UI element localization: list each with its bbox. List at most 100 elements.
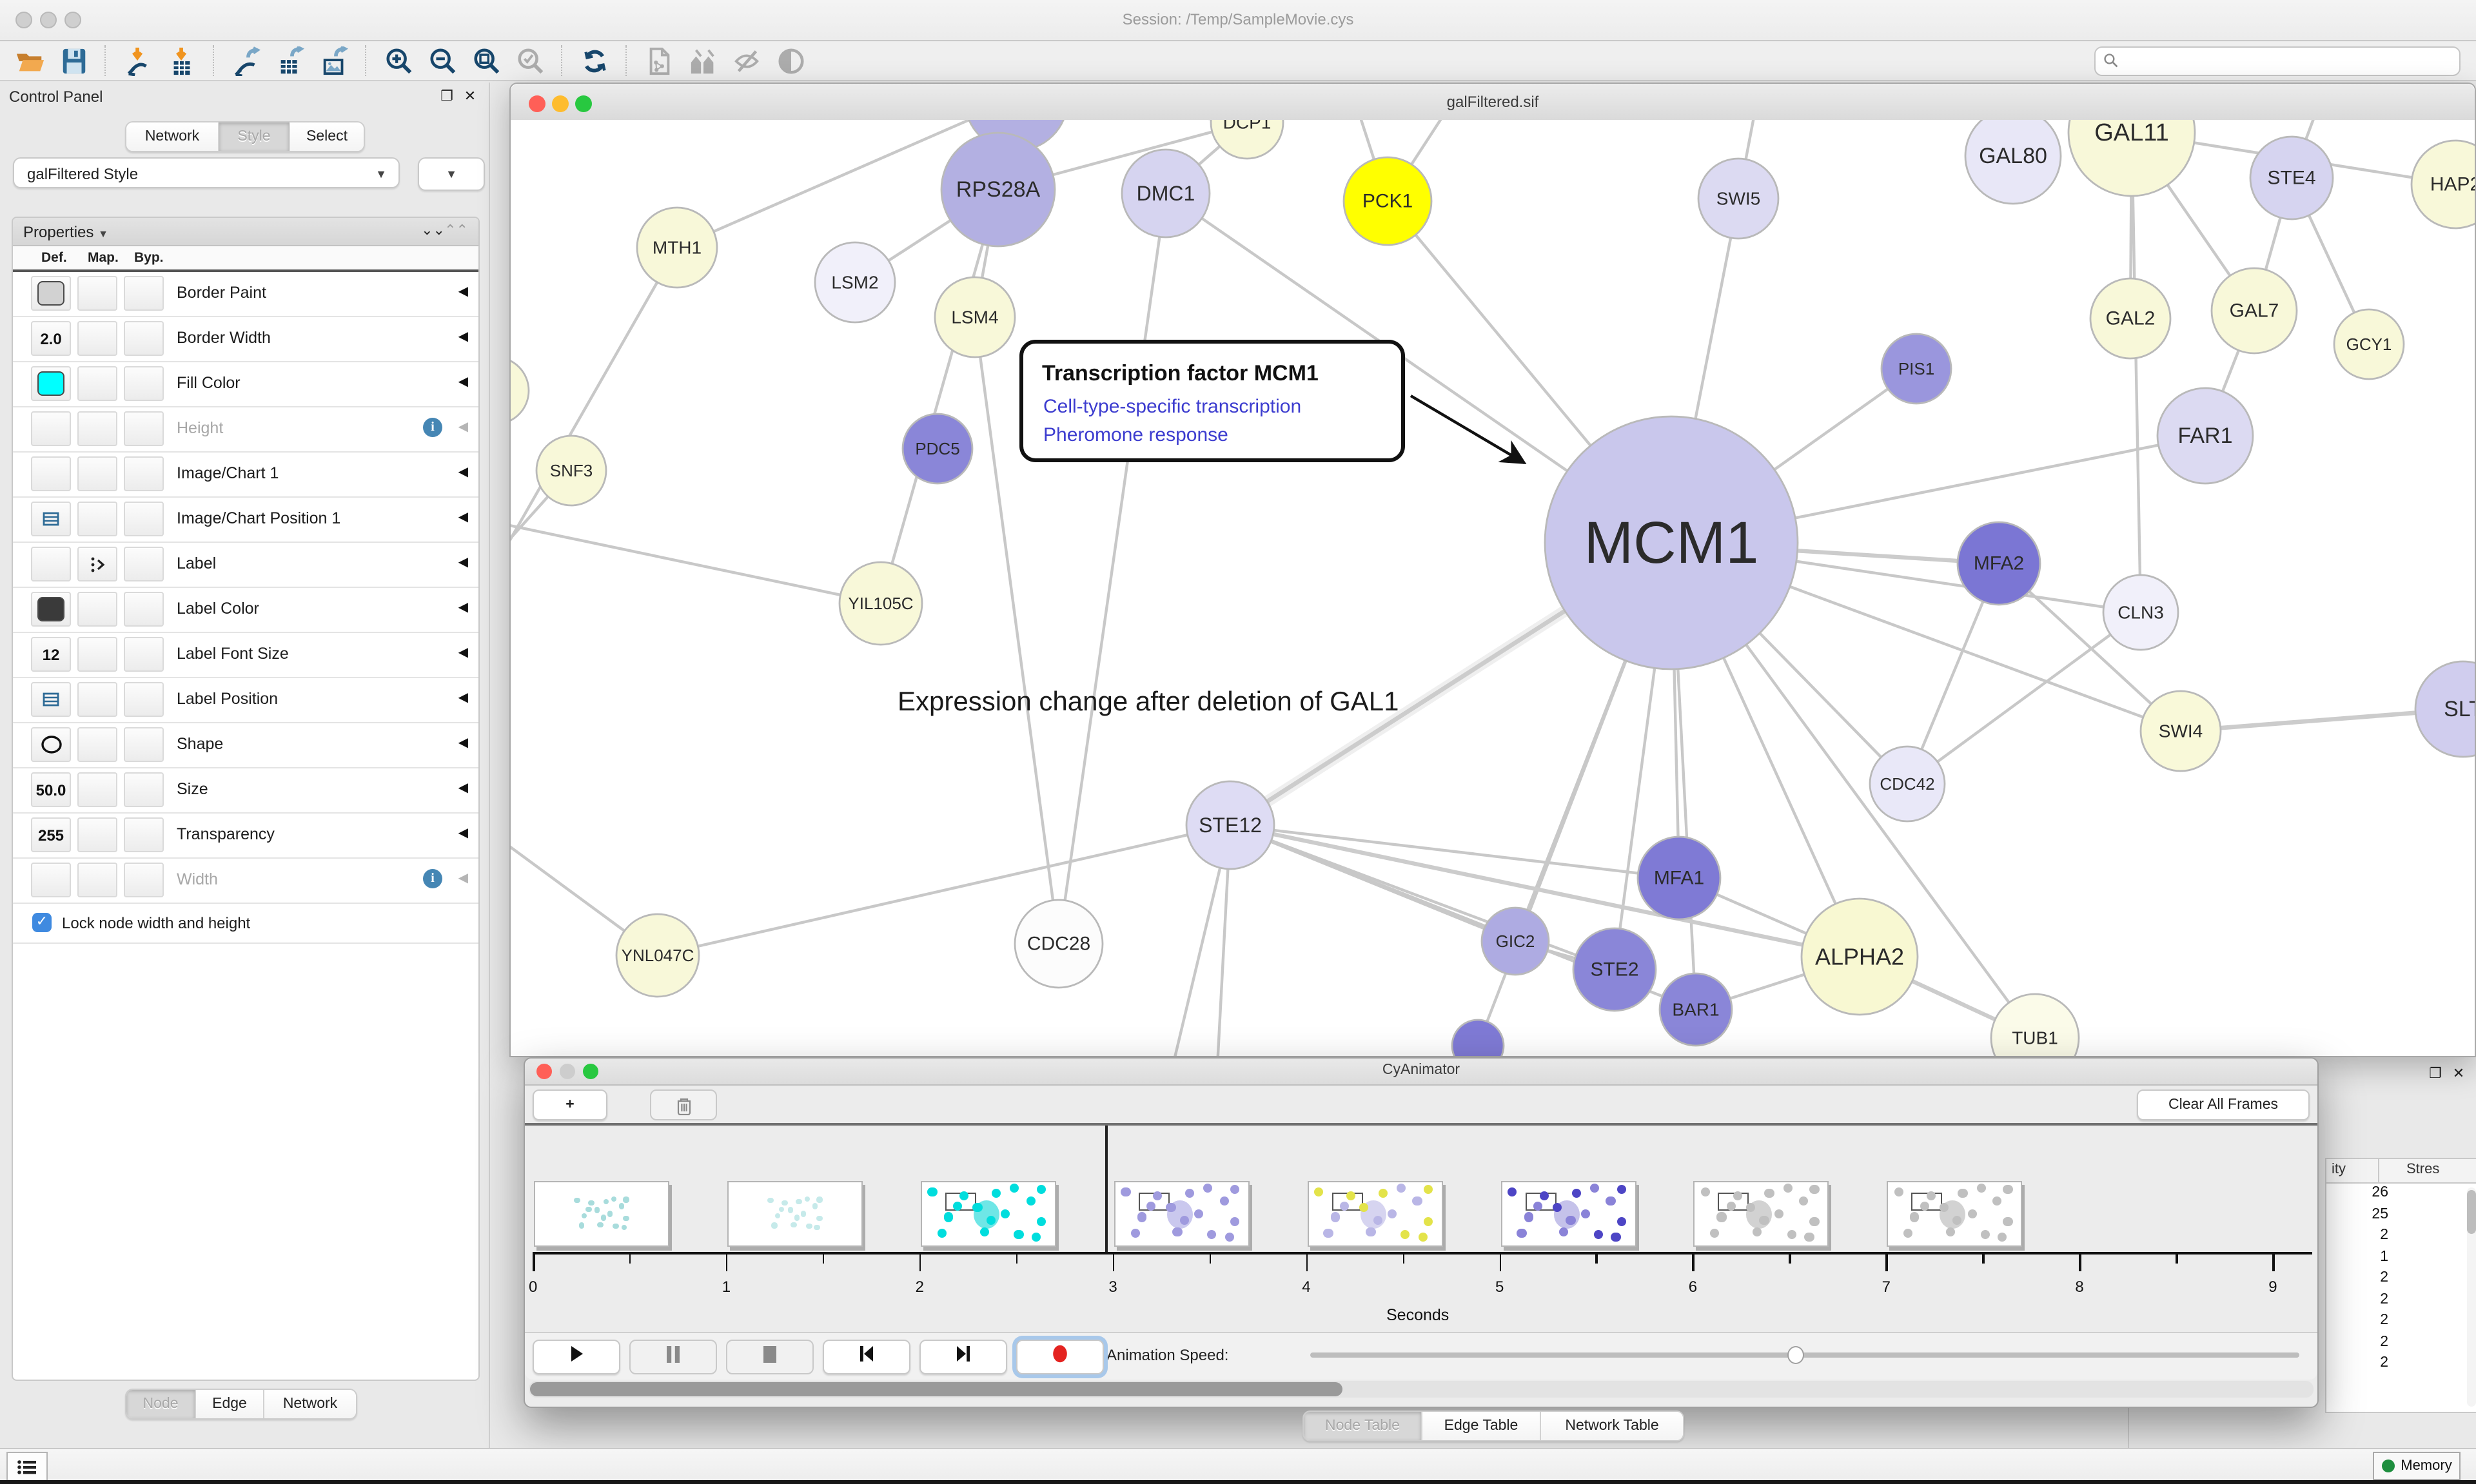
bypass-cell[interactable] xyxy=(124,637,164,672)
property-row-label-position[interactable]: Label Position◀ xyxy=(13,678,478,723)
node-YIL105C[interactable]: YIL105C xyxy=(840,562,922,645)
default-cell[interactable] xyxy=(31,276,71,311)
default-cell[interactable] xyxy=(31,366,71,401)
node-GAL11[interactable]: GAL11 xyxy=(2068,120,2195,196)
property-row-shape[interactable]: Shape◀ xyxy=(13,723,478,768)
frames-timeline[interactable]: 0123456789Seconds xyxy=(525,1126,2317,1332)
zoom-fit-button[interactable] xyxy=(464,43,508,78)
bypass-cell[interactable] xyxy=(124,592,164,627)
expand-row-icon[interactable]: ◀ xyxy=(458,646,468,660)
slider-thumb[interactable] xyxy=(1787,1346,1804,1364)
property-row-label-font-size[interactable]: 12Label Font Size◀ xyxy=(13,633,478,678)
expand-row-icon[interactable]: ◀ xyxy=(458,375,468,389)
bypass-cell[interactable] xyxy=(124,863,164,897)
bypass-cell[interactable] xyxy=(124,411,164,446)
frame-thumbnail-3[interactable] xyxy=(1114,1181,1249,1247)
search-input[interactable] xyxy=(2119,52,2433,70)
table-row[interactable]: 2 xyxy=(2326,1269,2476,1290)
default-cell[interactable] xyxy=(31,456,71,491)
property-row-label-color[interactable]: Label Color◀ xyxy=(13,588,478,633)
mapping-cell[interactable] xyxy=(77,817,117,852)
float-table-panel-icon[interactable]: ❐ xyxy=(2427,1065,2444,1082)
mapping-cell[interactable] xyxy=(77,863,117,897)
expand-row-icon[interactable]: ◀ xyxy=(458,420,468,434)
node-BAR1[interactable]: BAR1 xyxy=(1660,973,1732,1046)
tab-select[interactable]: Select xyxy=(290,122,364,151)
property-row-border-paint[interactable]: Border Paint◀ xyxy=(13,272,478,317)
expand-row-icon[interactable]: ◀ xyxy=(458,601,468,615)
default-cell[interactable]: 50.0 xyxy=(31,772,71,807)
zoom-out-button[interactable] xyxy=(420,43,464,78)
mapping-cell[interactable] xyxy=(77,727,117,762)
node-CLN3[interactable]: CLN3 xyxy=(2103,575,2178,650)
play-button[interactable] xyxy=(533,1340,620,1374)
frame-thumbnail-6[interactable] xyxy=(1694,1181,1829,1247)
next-frame-button[interactable] xyxy=(919,1340,1007,1374)
memory-button[interactable]: Memory xyxy=(2373,1452,2461,1480)
table-row[interactable]: 2 xyxy=(2326,1226,2476,1247)
zoom-in-button[interactable] xyxy=(377,43,420,78)
node-TUB1[interactable]: TUB1 xyxy=(1991,994,2079,1056)
export-image-button[interactable] xyxy=(312,43,356,78)
table-scrollbar[interactable] xyxy=(2467,1187,2476,1407)
open-session-button[interactable] xyxy=(8,43,52,78)
playhead[interactable] xyxy=(1105,1126,1107,1252)
refresh-layout-button[interactable] xyxy=(573,43,616,78)
tab-node[interactable]: Node xyxy=(126,1390,196,1418)
search-field[interactable] xyxy=(2094,46,2461,75)
tab-edge[interactable]: Edge xyxy=(196,1390,264,1418)
style-selector[interactable]: galFiltered Style ▼ xyxy=(13,157,400,188)
timeline-hscrollbar[interactable] xyxy=(529,1381,2314,1398)
node-STE4[interactable]: STE4 xyxy=(2250,137,2333,219)
add-frame-button[interactable]: + xyxy=(533,1089,607,1120)
bypass-cell[interactable] xyxy=(124,456,164,491)
properties-header[interactable]: Properties xyxy=(23,223,93,241)
property-row-height[interactable]: Heighti◀ xyxy=(13,407,478,453)
mapping-cell[interactable] xyxy=(77,502,117,536)
default-cell[interactable] xyxy=(31,411,71,446)
node-STE12[interactable]: STE12 xyxy=(1186,781,1274,869)
mapping-cell[interactable] xyxy=(77,772,117,807)
default-cell[interactable]: 255 xyxy=(31,817,71,852)
node-PIS1[interactable]: PIS1 xyxy=(1882,334,1951,404)
node-STE2[interactable]: STE2 xyxy=(1573,928,1656,1011)
tab-network[interactable]: Network xyxy=(126,122,219,151)
node-DCP1[interactable]: DCP1 xyxy=(1211,120,1283,159)
mapping-cell[interactable] xyxy=(77,456,117,491)
annotation-link[interactable]: Pheromone response xyxy=(1043,424,1228,445)
bypass-cell[interactable] xyxy=(124,366,164,401)
node-ALPHA2[interactable]: ALPHA2 xyxy=(1802,899,1918,1015)
mapping-cell[interactable] xyxy=(77,547,117,581)
record-button[interactable] xyxy=(1016,1340,1104,1374)
node-LSM2[interactable]: LSM2 xyxy=(815,242,895,322)
tab-node-table[interactable]: Node Table xyxy=(1304,1412,1422,1440)
expand-row-icon[interactable]: ◀ xyxy=(458,465,468,480)
node-GIC2[interactable]: GIC2 xyxy=(1482,908,1549,975)
node-MFA1[interactable]: MFA1 xyxy=(1638,837,1720,919)
table-row[interactable]: 2 xyxy=(2326,1311,2476,1333)
bypass-cell[interactable] xyxy=(124,502,164,536)
node-DMC1[interactable]: DMC1 xyxy=(1122,150,1210,237)
table-row[interactable]: 2 xyxy=(2326,1333,2476,1354)
tab-network-table[interactable]: Network Table xyxy=(1541,1412,1683,1440)
property-row-border-width[interactable]: 2.0Border Width◀ xyxy=(13,317,478,362)
default-cell[interactable] xyxy=(31,682,71,717)
node-GAL2[interactable]: GAL2 xyxy=(2090,278,2170,358)
save-session-button[interactable] xyxy=(52,43,95,78)
default-cell[interactable] xyxy=(31,592,71,627)
mapping-cell[interactable] xyxy=(77,592,117,627)
frame-thumbnail-4[interactable] xyxy=(1307,1181,1442,1247)
mapping-cell[interactable] xyxy=(77,321,117,356)
import-network-button[interactable] xyxy=(116,43,160,78)
node-GAL80[interactable]: GAL80 xyxy=(1965,120,2061,204)
node-MFA2[interactable]: MFA2 xyxy=(1958,522,2040,605)
bypass-cell[interactable] xyxy=(124,321,164,356)
lock-checkbox[interactable]: ✓ xyxy=(32,913,52,932)
property-row-image-chart-1[interactable]: Image/Chart 1◀ xyxy=(13,453,478,498)
node-PDC5[interactable]: PDC5 xyxy=(903,414,972,483)
mapping-cell[interactable] xyxy=(77,411,117,446)
frame-thumbnail-5[interactable] xyxy=(1500,1181,1636,1247)
node-SWI4[interactable]: SWI4 xyxy=(2141,691,2221,771)
default-cell[interactable] xyxy=(31,547,71,581)
network-canvas[interactable]: DCP1RPS28ADMC1PCK1SWI5GAL80GAL11STE4HAP2… xyxy=(511,120,2475,1056)
